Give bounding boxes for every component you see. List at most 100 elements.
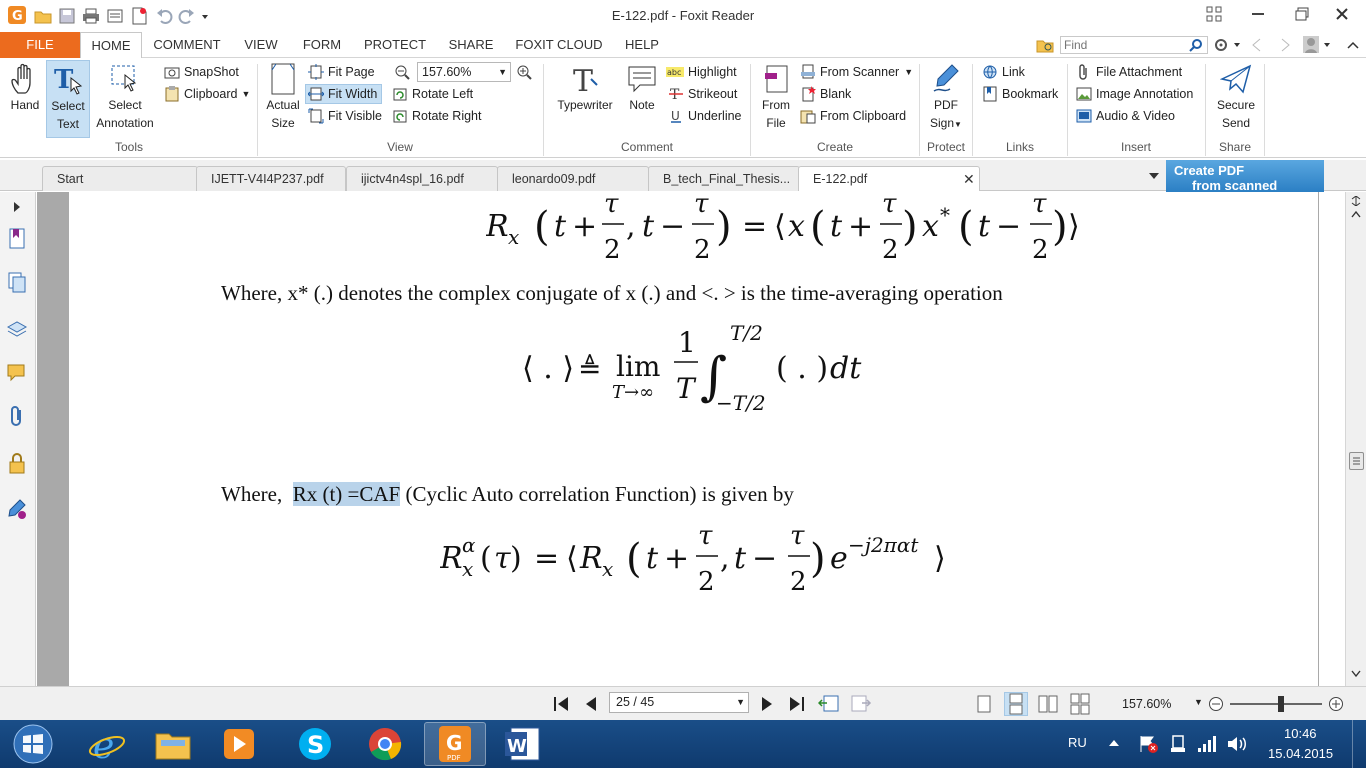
tab-file[interactable]: FILE	[0, 32, 80, 58]
clock-date[interactable]: 15.04.2015	[1268, 746, 1333, 761]
from-file-button[interactable]: From File	[756, 60, 796, 132]
tab-view[interactable]: VIEW	[234, 32, 288, 58]
continuous-facing-icon[interactable]	[1070, 693, 1090, 715]
zoom-out-icon[interactable]	[394, 64, 410, 80]
blank-button[interactable]: Blank	[800, 84, 851, 104]
comments-panel-icon[interactable]	[6, 362, 28, 384]
highlighted-selection[interactable]: Rx (t) =CAF	[292, 482, 401, 506]
tab-form[interactable]: FORM	[294, 32, 350, 58]
search-icon[interactable]	[1189, 38, 1203, 52]
volume-icon[interactable]	[1226, 734, 1248, 754]
next-page-icon[interactable]	[760, 695, 774, 713]
select-annotation-button[interactable]: Select Annotation	[92, 60, 158, 132]
tab-foxit-cloud[interactable]: FOXIT CLOUD	[508, 32, 610, 58]
taskbar-word[interactable]: W	[492, 722, 554, 766]
previous-view-icon[interactable]	[818, 693, 840, 713]
create-pdf-ad-banner[interactable]: Create PDF from scanned docum	[1166, 160, 1324, 192]
select-text-button[interactable]: T Select Text	[46, 60, 90, 138]
collapse-ribbon-icon[interactable]	[1346, 38, 1360, 52]
single-page-view-icon[interactable]	[976, 695, 992, 713]
status-zoom-dropdown-icon[interactable]: ▼	[1194, 697, 1203, 707]
zoom-in-circle-icon[interactable]	[1328, 696, 1344, 712]
clipboard-button[interactable]: Clipboard ▼	[164, 84, 250, 104]
taskbar-media-player[interactable]	[208, 722, 270, 766]
actual-size-button[interactable]: Actual Size	[262, 60, 304, 132]
usb-device-icon[interactable]	[1168, 734, 1188, 754]
tab-help[interactable]: HELP	[616, 32, 668, 58]
link-button[interactable]: Link	[982, 62, 1025, 82]
signatures-panel-icon[interactable]	[6, 498, 28, 520]
taskbar-skype[interactable]: S	[284, 722, 346, 766]
rotate-left-button[interactable]: Rotate Left	[392, 84, 473, 104]
previous-page-icon[interactable]	[584, 695, 598, 713]
close-button[interactable]	[1320, 0, 1364, 28]
highlight-button[interactable]: abc Highlight	[666, 62, 737, 82]
zoom-slider-track[interactable]	[1230, 703, 1322, 705]
doc-tab-leonardo09[interactable]: leonardo09.pdf	[497, 166, 649, 191]
doc-tab-ijictv4n4spl[interactable]: ijictv4n4spl_16.pdf	[346, 166, 498, 191]
expand-panel-icon[interactable]	[6, 196, 28, 218]
restore-layout-icon[interactable]	[1196, 0, 1232, 28]
doc-tab-btech-thesis[interactable]: B_tech_Final_Thesis...	[648, 166, 800, 191]
secure-send-button[interactable]: Secure Send	[1210, 60, 1262, 132]
fit-width-button[interactable]: Fit Width	[305, 84, 383, 104]
audio-video-button[interactable]: Audio & Video	[1076, 106, 1175, 126]
security-lock-icon[interactable]	[6, 452, 28, 474]
fit-page-button[interactable]: Fit Page	[308, 62, 375, 82]
from-scanner-button[interactable]: From Scanner ▼	[800, 62, 913, 82]
tab-protect[interactable]: PROTECT	[356, 32, 434, 58]
typewriter-button[interactable]: T Typewriter	[550, 60, 620, 114]
bookmarks-panel-icon[interactable]	[6, 228, 28, 250]
strikeout-button[interactable]: T Strikeout	[668, 84, 737, 104]
status-zoom-value[interactable]: 157.60%	[1122, 697, 1171, 711]
page-number-input[interactable]: 25 / 45 ▼	[609, 692, 749, 713]
zoom-out-circle-icon[interactable]	[1208, 696, 1224, 712]
search-folder-icon[interactable]	[1036, 36, 1054, 54]
file-attachment-button[interactable]: File Attachment	[1076, 62, 1182, 82]
fit-visible-button[interactable]: Fit Visible	[308, 106, 382, 126]
close-tab-icon[interactable]: ✕	[963, 167, 975, 191]
tab-comment[interactable]: COMMENT	[146, 32, 228, 58]
language-indicator[interactable]: RU	[1068, 735, 1087, 750]
pdf-sign-button[interactable]: PDF Sign▼	[924, 60, 968, 134]
rotate-right-button[interactable]: Rotate Right	[392, 106, 481, 126]
taskbar-internet-explorer[interactable]: e	[76, 722, 138, 766]
scroll-thumb[interactable]	[1349, 452, 1364, 470]
attachments-panel-icon[interactable]	[6, 406, 28, 428]
tab-share[interactable]: SHARE	[440, 32, 502, 58]
doc-tab-e122[interactable]: E-122.pdf ✕	[798, 166, 980, 191]
action-center-flag-icon[interactable]	[1138, 734, 1160, 754]
pages-panel-icon[interactable]	[6, 272, 28, 294]
tab-home[interactable]: HOME	[80, 32, 142, 59]
zoom-slider-thumb[interactable]	[1278, 696, 1284, 712]
from-clipboard-button[interactable]: From Clipboard	[800, 106, 906, 126]
last-page-icon[interactable]	[788, 695, 806, 713]
show-hidden-icons-icon[interactable]	[1108, 738, 1120, 748]
scroll-up-icon[interactable]	[1351, 210, 1361, 218]
vertical-scrollbar[interactable]	[1345, 192, 1366, 686]
layers-panel-icon[interactable]	[6, 318, 28, 340]
settings-gear-icon[interactable]	[1212, 36, 1244, 54]
network-signal-icon[interactable]	[1196, 734, 1216, 754]
tab-list-dropdown-icon[interactable]	[1148, 172, 1160, 180]
note-button[interactable]: Note	[622, 60, 662, 114]
bookmark-button[interactable]: Bookmark	[982, 84, 1058, 104]
next-view-icon[interactable]	[850, 693, 872, 713]
taskbar-explorer[interactable]	[142, 722, 204, 766]
taskbar-foxit-reader[interactable]: G PDF	[424, 722, 486, 766]
clock-time[interactable]: 10:46	[1284, 726, 1317, 741]
nav-next-icon[interactable]	[1278, 38, 1292, 52]
taskbar-chrome[interactable]	[354, 722, 416, 766]
scroll-down-icon[interactable]	[1351, 670, 1361, 678]
zoom-in-icon[interactable]	[516, 64, 532, 80]
doc-tab-ijett[interactable]: IJETT-V4I4P237.pdf	[196, 166, 346, 191]
show-desktop-button[interactable]	[1352, 720, 1366, 768]
image-annotation-button[interactable]: Image Annotation	[1076, 84, 1193, 104]
facing-view-icon[interactable]	[1038, 695, 1058, 713]
maximize-button[interactable]	[1280, 0, 1324, 28]
user-account-icon[interactable]	[1302, 35, 1334, 55]
hand-button[interactable]: Hand	[4, 60, 46, 114]
zoom-select[interactable]: 157.60% ▼	[417, 62, 511, 82]
doc-tab-start[interactable]: Start	[42, 166, 198, 191]
nav-prev-icon[interactable]	[1250, 38, 1264, 52]
